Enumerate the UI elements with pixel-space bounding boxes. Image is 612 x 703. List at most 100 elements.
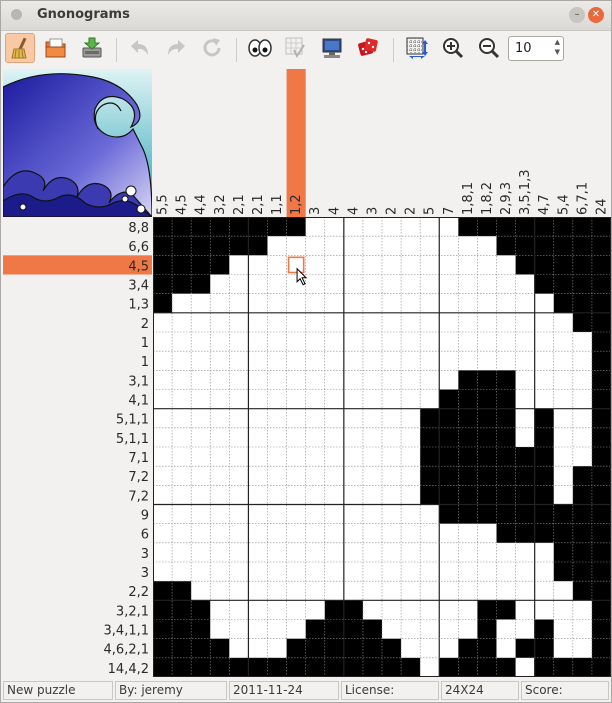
filled-cell[interactable] bbox=[172, 255, 192, 275]
filled-cell[interactable] bbox=[172, 581, 192, 601]
empty-cell[interactable] bbox=[420, 274, 440, 294]
empty-cell[interactable] bbox=[324, 485, 345, 505]
empty-cell[interactable] bbox=[439, 236, 459, 256]
filled-cell[interactable] bbox=[191, 236, 211, 256]
empty-cell[interactable] bbox=[382, 581, 402, 601]
empty-cell[interactable] bbox=[248, 619, 268, 639]
filled-cell[interactable] bbox=[382, 657, 402, 677]
empty-cell[interactable] bbox=[439, 523, 459, 544]
empty-cell[interactable] bbox=[401, 542, 421, 563]
filled-cell[interactable] bbox=[515, 236, 535, 256]
empty-cell[interactable] bbox=[153, 408, 173, 429]
filled-cell[interactable] bbox=[153, 217, 173, 237]
empty-cell[interactable] bbox=[382, 466, 402, 486]
filled-cell[interactable] bbox=[477, 447, 497, 467]
filled-cell[interactable] bbox=[534, 408, 555, 429]
empty-cell[interactable] bbox=[458, 236, 478, 256]
filled-cell[interactable] bbox=[153, 619, 173, 639]
filled-cell[interactable] bbox=[591, 312, 611, 333]
empty-cell[interactable] bbox=[172, 389, 192, 409]
empty-cell[interactable] bbox=[420, 370, 440, 390]
empty-cell[interactable] bbox=[401, 619, 421, 639]
empty-cell[interactable] bbox=[477, 523, 497, 544]
filled-cell[interactable] bbox=[572, 562, 593, 582]
empty-cell[interactable] bbox=[267, 562, 287, 582]
filled-cell[interactable] bbox=[153, 274, 173, 294]
empty-cell[interactable] bbox=[324, 274, 345, 294]
empty-cell[interactable] bbox=[286, 485, 306, 505]
empty-cell[interactable] bbox=[153, 389, 173, 409]
empty-cell[interactable] bbox=[362, 523, 383, 544]
empty-cell[interactable] bbox=[324, 236, 345, 256]
empty-cell[interactable] bbox=[324, 332, 345, 352]
filled-cell[interactable] bbox=[267, 657, 287, 677]
empty-cell[interactable] bbox=[401, 485, 421, 505]
empty-cell[interactable] bbox=[515, 312, 535, 333]
filled-cell[interactable] bbox=[534, 427, 555, 448]
empty-cell[interactable] bbox=[420, 542, 440, 563]
filled-cell[interactable] bbox=[591, 619, 611, 639]
empty-cell[interactable] bbox=[553, 466, 574, 486]
filled-cell[interactable] bbox=[343, 657, 364, 677]
filled-cell[interactable] bbox=[382, 638, 402, 659]
filled-cell[interactable] bbox=[153, 600, 173, 620]
empty-cell[interactable] bbox=[553, 408, 574, 429]
empty-cell[interactable] bbox=[267, 351, 287, 371]
filled-cell[interactable] bbox=[229, 236, 249, 256]
empty-cell[interactable] bbox=[305, 370, 326, 390]
empty-cell[interactable] bbox=[286, 523, 306, 544]
empty-cell[interactable] bbox=[496, 562, 516, 582]
empty-cell[interactable] bbox=[210, 523, 230, 544]
filled-cell[interactable] bbox=[496, 485, 516, 505]
chevron-down-icon[interactable]: ▼ bbox=[555, 48, 560, 56]
empty-cell[interactable] bbox=[534, 370, 555, 390]
empty-cell[interactable] bbox=[420, 217, 440, 237]
empty-cell[interactable] bbox=[439, 312, 459, 333]
empty-cell[interactable] bbox=[572, 600, 593, 620]
filled-cell[interactable] bbox=[172, 657, 192, 677]
empty-cell[interactable] bbox=[382, 562, 402, 582]
check-errors-button[interactable] bbox=[281, 33, 311, 63]
filled-cell[interactable] bbox=[534, 447, 555, 467]
chevron-up-icon[interactable]: ▲ bbox=[555, 38, 560, 46]
empty-cell[interactable] bbox=[191, 523, 211, 544]
empty-cell[interactable] bbox=[515, 600, 535, 620]
empty-cell[interactable] bbox=[343, 293, 364, 314]
empty-cell[interactable] bbox=[553, 619, 574, 639]
filled-cell[interactable] bbox=[534, 523, 555, 544]
empty-cell[interactable] bbox=[267, 523, 287, 544]
empty-cell[interactable] bbox=[153, 447, 173, 467]
filled-cell[interactable] bbox=[362, 657, 383, 677]
filled-cell[interactable] bbox=[153, 638, 173, 659]
open-button[interactable] bbox=[41, 33, 71, 63]
empty-cell[interactable] bbox=[401, 638, 421, 659]
empty-cell[interactable] bbox=[420, 562, 440, 582]
filled-cell[interactable] bbox=[496, 600, 516, 620]
empty-cell[interactable] bbox=[343, 370, 364, 390]
empty-cell[interactable] bbox=[496, 351, 516, 371]
filled-cell[interactable] bbox=[191, 600, 211, 620]
filled-cell[interactable] bbox=[439, 657, 459, 677]
empty-cell[interactable] bbox=[515, 370, 535, 390]
empty-cell[interactable] bbox=[305, 600, 326, 620]
empty-cell[interactable] bbox=[515, 619, 535, 639]
empty-cell[interactable] bbox=[458, 581, 478, 601]
empty-cell[interactable] bbox=[420, 332, 440, 352]
empty-cell[interactable] bbox=[362, 351, 383, 371]
empty-cell[interactable] bbox=[286, 312, 306, 333]
empty-cell[interactable] bbox=[248, 351, 268, 371]
empty-cell[interactable] bbox=[324, 312, 345, 333]
filled-cell[interactable] bbox=[591, 408, 611, 429]
empty-cell[interactable] bbox=[477, 236, 497, 256]
empty-cell[interactable] bbox=[153, 332, 173, 352]
empty-cell[interactable] bbox=[420, 389, 440, 409]
empty-cell[interactable] bbox=[420, 581, 440, 601]
new-puzzle-button[interactable] bbox=[5, 33, 35, 63]
empty-cell[interactable] bbox=[229, 293, 249, 314]
empty-cell[interactable] bbox=[229, 581, 249, 601]
filled-cell[interactable] bbox=[439, 504, 459, 524]
filled-cell[interactable] bbox=[191, 255, 211, 275]
peek-button[interactable] bbox=[245, 33, 275, 63]
empty-cell[interactable] bbox=[534, 351, 555, 371]
filled-cell[interactable] bbox=[534, 657, 555, 677]
